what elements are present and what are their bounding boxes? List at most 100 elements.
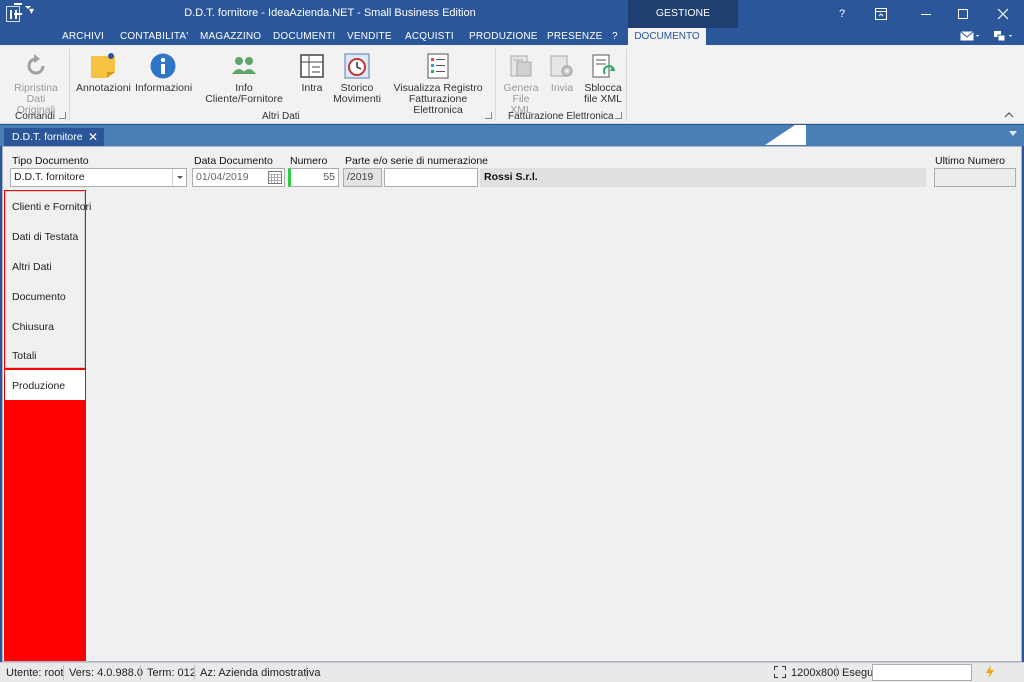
tab-documenti[interactable]: DOCUMENTI bbox=[273, 31, 335, 42]
chevron-down-icon bbox=[177, 176, 183, 179]
storico-movimenti-button[interactable]: Storico Movimenti bbox=[333, 52, 381, 105]
visualizza-label-2: Fatturazione Elettronica bbox=[408, 93, 468, 116]
window-layout-button[interactable] bbox=[994, 30, 1016, 45]
group-label-fatturazione: Fatturazione Elettronica bbox=[508, 111, 614, 122]
invia-label: Invia bbox=[550, 82, 574, 94]
help-button[interactable]: ? bbox=[824, 0, 860, 28]
numero-label: Numero bbox=[290, 155, 328, 167]
tipo-documento-label: Tipo Documento bbox=[12, 155, 89, 167]
status-separator bbox=[836, 665, 837, 680]
mail-button[interactable] bbox=[960, 31, 982, 45]
status-azienda: Az: Azienda dimostrativa bbox=[200, 667, 321, 679]
document-form bbox=[2, 146, 1022, 662]
nav-item-documento[interactable]: Documento bbox=[12, 291, 66, 303]
ribbon-display-icon bbox=[875, 8, 887, 20]
maximize-icon bbox=[958, 9, 968, 19]
nav-item-altri-dati[interactable]: Altri Dati bbox=[12, 261, 52, 273]
info-icon bbox=[150, 53, 176, 79]
annotazioni-label: Annotazioni bbox=[76, 82, 131, 94]
close-window-button[interactable] bbox=[985, 0, 1021, 28]
contacts-icon bbox=[232, 57, 256, 74]
nav-item-produzione[interactable]: Produzione bbox=[12, 380, 65, 392]
ribbon-display-button[interactable] bbox=[863, 0, 899, 28]
window-layout-icon bbox=[994, 31, 1012, 42]
group-separator bbox=[495, 49, 496, 121]
tab-documento[interactable]: DOCUMENTO bbox=[628, 28, 706, 45]
esegui-label: Esegui bbox=[842, 667, 876, 679]
sblocca-label-2: file XML bbox=[584, 93, 622, 105]
group-separator bbox=[69, 49, 70, 121]
maximize-button[interactable] bbox=[945, 0, 981, 28]
altri-dati-launcher-icon[interactable] bbox=[485, 112, 492, 119]
genera-file-xml-button[interactable]: Genera File XML bbox=[501, 52, 541, 116]
tab-produzione[interactable]: PRODUZIONE bbox=[469, 31, 538, 42]
fatturazione-launcher-icon[interactable] bbox=[615, 112, 622, 119]
group-label-altri-dati: Altri Dati bbox=[262, 111, 300, 122]
window-title: D.D.T. fornitore - IdeaAzienda.NET - Sma… bbox=[184, 7, 476, 19]
info-cliente-label: Info Cliente/Fornitore bbox=[205, 82, 283, 105]
history-clock-icon bbox=[344, 53, 370, 79]
status-separator bbox=[140, 665, 141, 680]
table-icon bbox=[300, 54, 324, 78]
group-label-comandi: Comandi bbox=[15, 111, 56, 122]
intra-button[interactable]: Intra bbox=[297, 52, 327, 94]
document-tab-strip bbox=[0, 125, 1024, 146]
collapse-ribbon-button[interactable] bbox=[1004, 110, 1014, 122]
nav-item-clienti-fornitori[interactable]: Clienti e Fornitori bbox=[12, 201, 91, 213]
supplier-name: Rossi S.r.l. bbox=[480, 168, 926, 187]
group-separator bbox=[626, 49, 627, 121]
tab-vendite[interactable]: VENDITE bbox=[347, 31, 392, 42]
file-menu-icon[interactable] bbox=[13, 1, 31, 15]
generate-xml-icon bbox=[510, 55, 532, 77]
annotazioni-button[interactable]: Annotazioni bbox=[76, 52, 131, 94]
sticky-note-icon bbox=[91, 53, 115, 78]
close-icon bbox=[997, 8, 1009, 20]
tab-presenze[interactable]: PRESENZE bbox=[547, 31, 603, 42]
chevron-up-icon bbox=[1004, 112, 1014, 118]
tab-strip-decoration bbox=[765, 125, 795, 145]
fullscreen-icon[interactable] bbox=[774, 666, 786, 681]
lightning-icon[interactable] bbox=[985, 665, 995, 682]
data-documento-field[interactable]: 01/04/2019 bbox=[192, 168, 285, 187]
comandi-launcher-icon[interactable] bbox=[59, 112, 66, 119]
nav-item-chiusura[interactable]: Chiusura bbox=[12, 321, 54, 333]
numero-field[interactable]: 55 bbox=[288, 168, 339, 187]
minimize-button[interactable] bbox=[908, 0, 944, 28]
calendar-icon bbox=[268, 171, 282, 184]
parte-anno-field: /2019 bbox=[343, 168, 382, 187]
parte-serie-label: Parte e/o serie di numerazione bbox=[345, 155, 488, 167]
section-nav bbox=[5, 191, 85, 368]
informazioni-button[interactable]: Informazioni bbox=[135, 52, 192, 94]
tab-strip-decoration bbox=[794, 125, 806, 145]
status-versione: Vers: 4.0.988.0 bbox=[69, 667, 143, 679]
serie-numerazione-field[interactable] bbox=[384, 168, 478, 187]
nav-item-dati-testata[interactable]: Dati di Testata bbox=[12, 231, 78, 243]
tab-magazzino[interactable]: MAGAZZINO bbox=[200, 31, 261, 42]
calendar-button[interactable] bbox=[268, 171, 282, 190]
restore-icon bbox=[27, 54, 45, 75]
esegui-input[interactable] bbox=[872, 664, 972, 681]
tab-archivi[interactable]: ARCHIVI bbox=[62, 31, 104, 42]
status-separator bbox=[194, 665, 195, 680]
tab-contabilita[interactable]: CONTABILITA' bbox=[120, 31, 188, 42]
ripristina-dati-button[interactable]: Ripristina Dati Originali bbox=[6, 52, 66, 116]
ultimo-numero-label: Ultimo Numero bbox=[935, 155, 1006, 167]
sblocca-file-xml-button[interactable]: Sblocca file XML bbox=[584, 52, 622, 105]
close-tab-icon[interactable]: ✕ bbox=[88, 128, 98, 146]
minimize-icon bbox=[921, 14, 931, 15]
invia-button[interactable]: Invia bbox=[546, 52, 578, 94]
info-cliente-fornitore-button[interactable]: Info Cliente/Fornitore bbox=[196, 52, 292, 105]
visualizza-registro-button[interactable]: Visualizza Registro Fatturazione Elettro… bbox=[386, 52, 490, 116]
tipo-documento-select[interactable]: D.D.T. fornitore bbox=[10, 168, 187, 187]
mail-icon bbox=[960, 31, 979, 41]
nav-item-totali[interactable]: Totali bbox=[12, 350, 37, 362]
tab-help[interactable]: ? bbox=[612, 31, 618, 42]
status-separator bbox=[306, 665, 307, 680]
status-utente: Utente: root bbox=[6, 667, 64, 679]
tab-list-dropdown-icon[interactable] bbox=[1009, 131, 1017, 136]
tab-acquisti[interactable]: ACQUISTI bbox=[405, 31, 454, 42]
ultimo-numero-field bbox=[934, 168, 1016, 187]
status-terminale: Term: 012 bbox=[147, 667, 196, 679]
dropdown-button[interactable] bbox=[172, 169, 186, 186]
send-gear-icon bbox=[550, 55, 573, 77]
